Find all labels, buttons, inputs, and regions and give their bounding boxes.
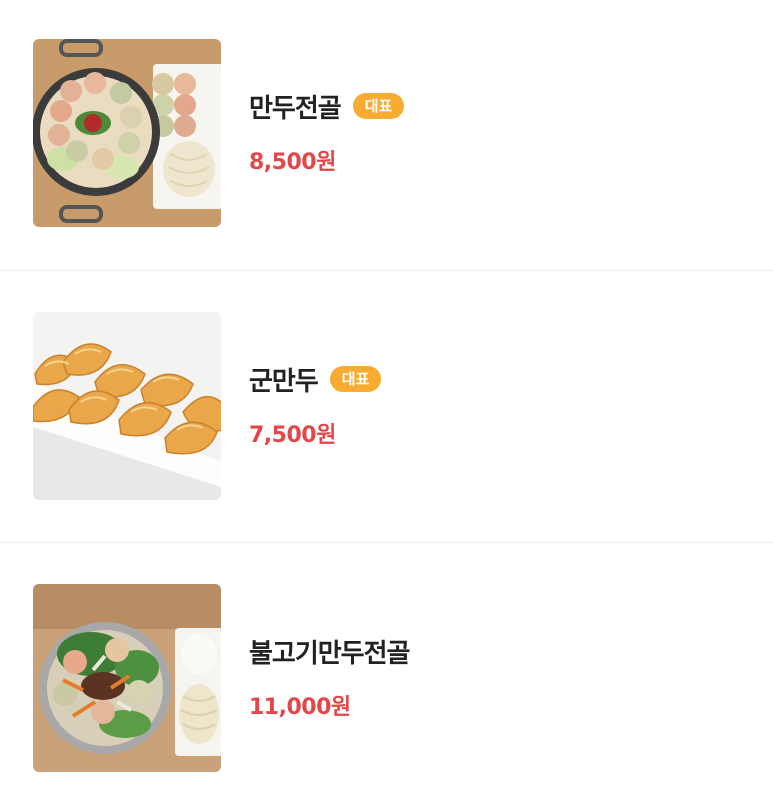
menu-item-price: 8,500원 xyxy=(249,150,336,175)
bulgogi-dumpling-hotpot-image xyxy=(33,584,221,772)
menu-item-price: 7,500원 xyxy=(249,423,336,448)
menu-item-info: 만두전골 대표 8,500원 xyxy=(249,88,405,176)
fried-dumplings-image xyxy=(33,312,221,500)
menu-list: 만두전골 대표 8,500원 군만두 대표 7,500원 불고기만두전골 11,… xyxy=(0,0,773,807)
menu-item-name: 만두전골 xyxy=(249,93,342,124)
menu-item-info: 군만두 대표 7,500원 xyxy=(249,361,382,449)
menu-item-fried-dumplings[interactable]: 군만두 대표 7,500원 xyxy=(0,271,773,542)
signature-badge: 대표 xyxy=(352,93,405,119)
menu-item-info: 불고기만두전골 11,000원 xyxy=(249,633,410,721)
menu-item-name: 군만두 xyxy=(249,366,319,397)
dumpling-hotpot-image xyxy=(33,39,221,227)
menu-item-price: 11,000원 xyxy=(249,695,351,720)
menu-item-dumpling-hotpot[interactable]: 만두전골 대표 8,500원 xyxy=(0,0,773,270)
menu-item-bulgogi-dumpling-hotpot[interactable]: 불고기만두전골 11,000원 xyxy=(0,543,773,807)
signature-badge: 대표 xyxy=(329,366,382,392)
menu-item-name: 불고기만두전골 xyxy=(249,638,410,669)
